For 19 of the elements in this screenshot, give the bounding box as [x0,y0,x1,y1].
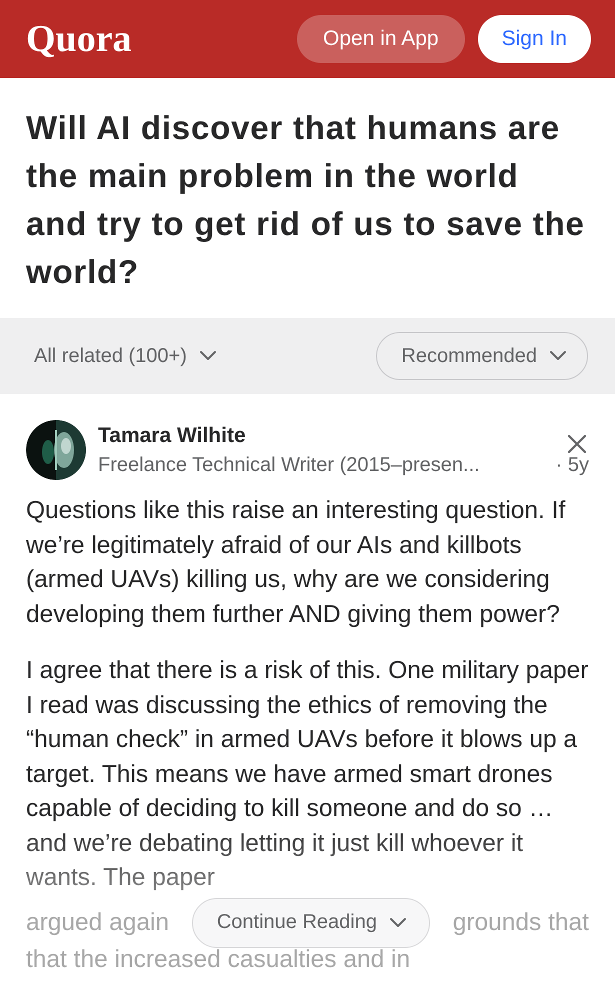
faded-text: grounds that [452,908,589,936]
answer-age: · 5y [556,454,589,476]
open-in-app-button[interactable]: Open in App [297,15,465,63]
question-title: Will AI discover that humans are the main problem in the world and try to get rid of us to save the world? [25,108,586,292]
close-icon[interactable] [567,434,587,454]
author-credential: Freelance Technical Writer (2015–presen... [98,454,480,476]
sort-dropdown[interactable]: Recommended [376,332,588,380]
faded-text: that the increased casualties and in [26,946,412,974]
chevron-icon [549,350,567,362]
continue-reading-button[interactable]: Continue Reading [192,898,430,948]
faded-text: argued again [26,908,170,936]
related-filter[interactable]: All related (100+) [34,344,217,368]
logo[interactable]: Quora [26,17,298,61]
chevron-icon [198,350,217,362]
chevron-icon [388,916,407,928]
author-name[interactable]: Tamara Wilhite [98,424,589,448]
answer-paragraph: I agree that there is a risk of this. One military paper I read was discussing the ethics of removing the “human check” in armed UAVs before it blows up a target. This means we have armed smart drones capable of deciding to kill someone and do so … and we’re debating letting it just kill whoever it wants. The paper [26,656,589,893]
sign-in-button[interactable]: Sign In [478,15,591,63]
answer-paragraph: Questions like this raise an interesting question. If we’re legitimately afraid of our AIs and killbots (armed UAVs) killing us, why are we considering developing them further AND giving them power? [26,496,566,630]
